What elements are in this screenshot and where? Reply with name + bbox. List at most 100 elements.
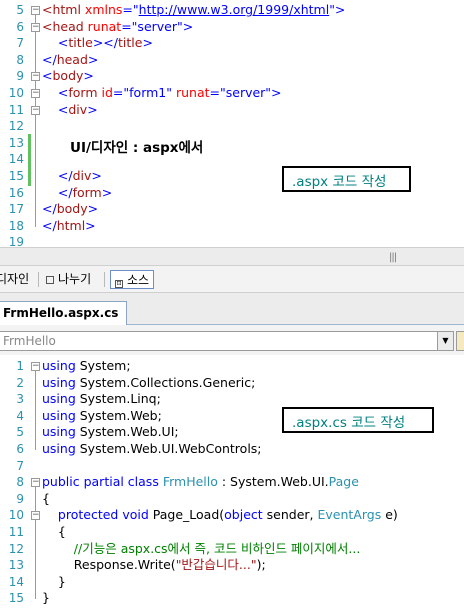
code-token: runat [175, 85, 210, 100]
code-token: ); [256, 557, 266, 573]
code-line[interactable]: 11 <div> [0, 102, 464, 119]
line-number: 7 [16, 458, 24, 473]
code-line[interactable]: 10 <form id="form1" runat="server"> [0, 85, 464, 102]
line-number: 9 [16, 491, 24, 506]
code-token: <html [42, 2, 85, 17]
aspx-cs-editor[interactable]: 1 using System; 2 using System.Collections.… [0, 355, 464, 613]
code-text: <div> [42, 102, 98, 119]
code-token: "반갑습니다..." [175, 557, 257, 573]
line-number: 15 [8, 169, 24, 183]
code-text: <form id="form1" runat="server"> [42, 85, 282, 102]
split-view-label: 나누기 [58, 272, 92, 286]
code-token: public partial class [42, 474, 163, 490]
code-line[interactable]: 14 } [0, 574, 464, 591]
line-number: 4 [16, 408, 24, 423]
tab-frmhello-aspx-cs[interactable]: FrmHello.aspx.cs [0, 301, 128, 325]
code-line[interactable]: 5 <html xmlns="http://www.w3.org/1999/xht… [0, 2, 464, 19]
fold-collapse-icon[interactable]: − [31, 478, 40, 488]
code-token: object [224, 507, 263, 523]
code-token: System.Collections.Generic; [75, 374, 256, 390]
source-view-button[interactable]: ⊡ 소스 [110, 270, 155, 289]
line-number: 11 [8, 525, 24, 539]
code-text: } [42, 590, 50, 607]
code-token: runat [87, 18, 122, 34]
code-line[interactable]: 7 <title></title> [0, 35, 464, 52]
code-line[interactable]: 8 public partial class FrmHello : System.… [0, 474, 464, 491]
code-line[interactable]: 7 [0, 458, 464, 475]
code-text: using System.Collections.Generic; [42, 375, 255, 392]
code-token: > [101, 184, 113, 200]
code-line[interactable]: 17 </body> [0, 201, 464, 218]
code-line[interactable]: 19 [0, 234, 464, 247]
fold-collapse-icon[interactable]: − [31, 72, 40, 82]
member-dropdown[interactable] [456, 331, 464, 351]
code-text: <html xmlns="http://www.w3.org/1999/xhtm… [42, 2, 345, 19]
fold-collapse-icon[interactable]: − [31, 89, 40, 98]
design-text: UI/디자인 : aspx에서 [70, 140, 204, 156]
code-line[interactable]: 15} [0, 590, 464, 607]
line-number: 12 [8, 119, 24, 134]
code-line[interactable]: 6 <head runat="server"> [0, 19, 464, 36]
code-line[interactable]: 12 [0, 118, 464, 135]
splitter-grip-icon[interactable]: ||| [389, 252, 397, 263]
code-token: ></ [92, 35, 118, 51]
code-token: System.Web.UI; [75, 424, 179, 440]
code-line[interactable]: 6 using System.Web.UI.WebControls; [0, 441, 464, 458]
fold-collapse-icon[interactable]: − [31, 105, 40, 115]
code-token: //기능은 aspx.cs에서 즉, 코드 비하인드 페이지에서... [73, 540, 361, 556]
line-number: 14 [8, 152, 24, 167]
code-text: <title></title> [42, 35, 153, 52]
code-text: <body> [42, 68, 94, 85]
code-token: div [72, 168, 92, 183]
code-line[interactable]: 13 Response.Write("반갑습니다..."); [0, 557, 464, 574]
code-text: </body> [42, 201, 98, 218]
fold-guide [35, 114, 36, 177]
line-number: 11 [8, 102, 24, 117]
fold-collapse-icon[interactable]: − [31, 22, 40, 32]
code-token: =" [122, 2, 139, 17]
code-line[interactable]: 11 { [0, 524, 464, 541]
split-view-button[interactable]: 나누기 [46, 270, 91, 289]
code-token: { [42, 524, 66, 539]
line-number: 2 [16, 375, 24, 390]
code-token: > [87, 101, 98, 117]
code-token: ="server"> [121, 18, 194, 34]
aspx-cs-callout: .aspx.cs 코드 작성 [282, 407, 434, 433]
aspx-editor[interactable]: 5 <html xmlns="http://www.w3.org/1999/xht… [0, 0, 464, 247]
fold-collapse-icon[interactable]: − [31, 511, 40, 521]
code-line[interactable]: 18 </html> [0, 218, 464, 235]
design-view-button[interactable]: 디자인 [0, 270, 29, 289]
code-token: Page_Load( [148, 507, 225, 523]
pane-splitter[interactable]: ||| [0, 247, 464, 266]
code-line[interactable]: 9{ [0, 491, 464, 508]
code-token: form [72, 184, 102, 200]
class-dropdown[interactable]: FrmHello ▼ [0, 331, 454, 351]
code-token: System.Linq; [75, 391, 161, 407]
code-text: </html> [42, 218, 96, 235]
dropdown-arrow-icon[interactable]: ▼ [437, 332, 453, 350]
code-line[interactable]: 1 using System; [0, 358, 464, 375]
fold-collapse-icon[interactable]: − [31, 6, 40, 15]
code-line[interactable]: 12 //기능은 aspx.cs에서 즉, 코드 비하인드 페이지에서... [0, 541, 464, 558]
code-line[interactable]: 8 </head> [0, 52, 464, 69]
code-token: <head [42, 18, 88, 34]
code-text: using System.Web.UI; [42, 424, 179, 441]
fold-collapse-icon[interactable]: − [31, 362, 40, 371]
code-token: using [42, 424, 76, 440]
code-line[interactable]: 2 using System.Collections.Generic; [0, 375, 464, 392]
code-line[interactable]: 9 <body> [0, 68, 464, 85]
code-line[interactable]: 3 using System.Linq; [0, 391, 464, 408]
fold-guide [35, 520, 36, 583]
code-line[interactable]: 10 protected void Page_Load(object sende… [0, 507, 464, 524]
navigation-bar: FrmHello ▼ [0, 325, 464, 355]
code-token: < [42, 85, 69, 100]
code-token: ="form1" [112, 85, 176, 100]
code-token: </ [42, 217, 57, 233]
line-number: 16 [8, 185, 24, 200]
code-token: > [87, 51, 99, 67]
line-number: 1 [16, 359, 24, 373]
line-number: 10 [8, 86, 24, 100]
code-text: </head> [42, 52, 98, 69]
